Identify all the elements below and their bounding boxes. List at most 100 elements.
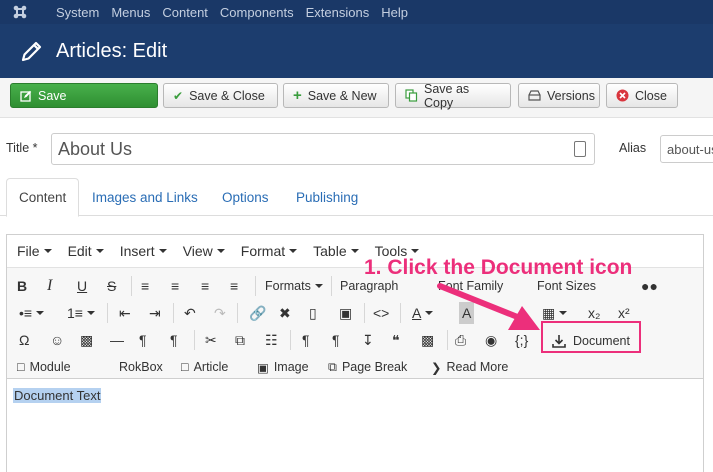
- save-as-copy-button[interactable]: Save as Copy: [395, 81, 511, 110]
- menu-help[interactable]: Help: [381, 5, 408, 20]
- insert-icon[interactable]: ↧: [362, 329, 374, 351]
- align-justify-icon[interactable]: ≡: [230, 275, 238, 297]
- close-button[interactable]: Close: [606, 83, 678, 108]
- article-button[interactable]: □ Article: [181, 356, 228, 378]
- image-icon[interactable]: ▣: [339, 302, 352, 324]
- save-label: Save: [38, 88, 67, 103]
- save-new-label: Save & New: [307, 88, 377, 103]
- caret-down-icon: [43, 249, 52, 253]
- print-icon[interactable]: ⎙: [455, 329, 466, 351]
- action-toolbar: Save ✔ Save & Close + Save & New Save as…: [0, 78, 713, 118]
- menu-content[interactable]: Content: [162, 5, 208, 20]
- editor-menu-edit[interactable]: Edit: [68, 243, 104, 259]
- visual-blocks-icon[interactable]: ¶: [332, 329, 340, 351]
- italic-icon[interactable]: I: [47, 275, 52, 297]
- save-button[interactable]: Save: [10, 83, 158, 108]
- editor-content-text[interactable]: Document Text: [13, 388, 102, 403]
- outdent-icon[interactable]: ⇤: [119, 302, 131, 324]
- copy-icon[interactable]: ⧉: [235, 329, 245, 351]
- paste-icon[interactable]: ☷: [265, 329, 278, 351]
- omega-icon[interactable]: Ω: [19, 329, 29, 351]
- text-color-icon[interactable]: A: [412, 302, 434, 324]
- rtl-icon[interactable]: ¶: [170, 329, 178, 351]
- tab-publishing-label: Publishing: [296, 189, 359, 205]
- toolbar-separator: [290, 330, 291, 350]
- indent-icon[interactable]: ⇥: [149, 302, 161, 324]
- editor-menu-insert[interactable]: Insert: [120, 243, 167, 259]
- pencil-icon: [21, 41, 42, 62]
- template-icon[interactable]: ▩: [421, 329, 434, 351]
- module-button[interactable]: □ Module: [17, 356, 71, 378]
- ltr-icon[interactable]: ¶: [139, 329, 147, 351]
- formats-dropdown[interactable]: Formats: [265, 275, 323, 297]
- tab-bar: Content Images and Links Options Publish…: [0, 178, 713, 217]
- tab-publishing[interactable]: Publishing: [296, 178, 358, 216]
- paragraph-mark-icon[interactable]: ¶: [302, 329, 310, 351]
- close-label: Close: [635, 88, 667, 103]
- menu-system[interactable]: System: [56, 5, 99, 20]
- read-more-button[interactable]: ❯ Read More: [431, 356, 508, 378]
- tab-images-links[interactable]: Images and Links: [92, 178, 198, 216]
- toolbar-separator: [447, 330, 448, 350]
- editor-menu-table[interactable]: Table: [313, 243, 359, 259]
- bullet-list-icon[interactable]: •≡: [19, 302, 45, 324]
- underline-icon[interactable]: U: [77, 275, 87, 297]
- versions-button[interactable]: Versions: [518, 83, 600, 108]
- editor-menu-view[interactable]: View: [183, 243, 225, 259]
- plus-square-icon: □: [181, 360, 189, 374]
- alias-value: about-us: [667, 142, 713, 157]
- joomla-logo-icon[interactable]: [0, 0, 40, 24]
- unlink-icon[interactable]: ✖: [279, 302, 291, 324]
- background-color-icon[interactable]: A: [459, 302, 475, 324]
- emoticon-icon[interactable]: ☺: [50, 329, 64, 351]
- toolbar-separator: [194, 330, 195, 350]
- toolbar-separator: [255, 276, 256, 296]
- archive-icon: [528, 90, 541, 101]
- bold-icon[interactable]: B: [17, 275, 27, 297]
- menu-components[interactable]: Components: [220, 5, 294, 20]
- code-icon[interactable]: <>: [373, 302, 389, 324]
- save-close-button[interactable]: ✔ Save & Close: [163, 83, 278, 108]
- bookmark-icon[interactable]: ▯: [309, 302, 317, 324]
- document-highlight-box: [541, 321, 641, 353]
- tab-content-label: Content: [19, 190, 67, 205]
- menu-extensions[interactable]: Extensions: [306, 5, 370, 20]
- save-new-button[interactable]: + Save & New: [283, 83, 389, 108]
- link-icon[interactable]: 🔗: [249, 302, 266, 324]
- undo-icon[interactable]: ↶: [184, 302, 196, 324]
- strikethrough-icon[interactable]: S: [107, 275, 116, 297]
- code-sample-icon[interactable]: {;}: [515, 329, 528, 351]
- numbered-list-icon[interactable]: 1≡: [67, 302, 95, 324]
- caret-down-icon: [559, 311, 568, 315]
- toolbar-separator: [400, 303, 401, 323]
- image-button[interactable]: ▣ Image: [257, 356, 309, 378]
- field-icon: [574, 141, 586, 157]
- save-as-copy-label: Save as Copy: [424, 81, 470, 110]
- picture-icon: ▣: [257, 360, 269, 375]
- caret-down-icon: [216, 249, 225, 253]
- editor-menu-format[interactable]: Format: [241, 243, 298, 259]
- align-center-icon[interactable]: ≡: [171, 275, 179, 297]
- versions-label: Versions: [547, 88, 595, 103]
- tab-content[interactable]: Content: [6, 178, 80, 217]
- media-icon[interactable]: ▩: [80, 329, 93, 351]
- title-input[interactable]: About Us: [51, 133, 595, 165]
- cut-icon[interactable]: ✂: [205, 329, 217, 351]
- caret-down-icon: [411, 249, 420, 253]
- alias-input[interactable]: about-us: [660, 135, 713, 163]
- rokbox-button[interactable]: RokBox: [119, 356, 163, 378]
- horizontal-rule-icon[interactable]: —: [110, 329, 124, 351]
- redo-icon[interactable]: ↷: [214, 302, 226, 324]
- page-break-button[interactable]: ⧉ Page Break: [328, 356, 407, 378]
- align-left-icon[interactable]: ≡: [141, 275, 149, 297]
- tab-options[interactable]: Options: [222, 178, 269, 216]
- blockquote-icon[interactable]: ❝: [392, 329, 400, 351]
- caret-down-icon: [158, 249, 167, 253]
- align-right-icon[interactable]: ≡: [201, 275, 209, 297]
- preview-icon[interactable]: ◉: [485, 329, 497, 351]
- caret-down-icon: [314, 284, 323, 288]
- search-replace-icon[interactable]: ●●: [641, 275, 658, 297]
- tab-options-label: Options: [222, 189, 269, 205]
- editor-menu-file[interactable]: File: [17, 243, 52, 259]
- menu-menus[interactable]: Menus: [111, 5, 150, 20]
